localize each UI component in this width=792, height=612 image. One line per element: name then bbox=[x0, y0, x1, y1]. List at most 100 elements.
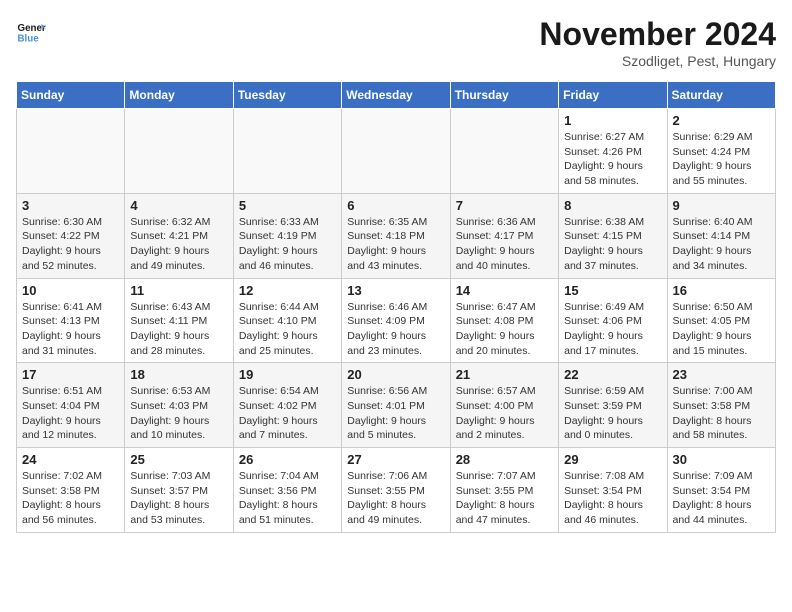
day-info: Sunrise: 6:47 AM Sunset: 4:08 PM Dayligh… bbox=[456, 300, 553, 359]
calendar-cell: 17Sunrise: 6:51 AM Sunset: 4:04 PM Dayli… bbox=[17, 363, 125, 448]
calendar-cell: 24 Sunrise: 7:02 AM Sunset: 3:58 PM Dayli… bbox=[17, 448, 125, 533]
weekday-header-tuesday: Tuesday bbox=[233, 82, 341, 109]
weekday-header-thursday: Thursday bbox=[450, 82, 558, 109]
calendar-cell: 10 Sunrise: 6:41 AM Sunset: 4:13 PM Dayli… bbox=[17, 278, 125, 363]
calendar-cell: 22 Sunrise: 6:59 AM Sunset: 3:59 PM Dayli… bbox=[559, 363, 667, 448]
svg-text:Blue: Blue bbox=[18, 34, 40, 45]
calendar-cell bbox=[17, 109, 125, 194]
day-info: Sunrise: 7:07 AM Sunset: 3:55 PM Dayligh… bbox=[456, 469, 553, 528]
calendar-cell: 13Sunrise: 6:46 AM Sunset: 4:09 PM Dayli… bbox=[342, 278, 450, 363]
day-info: Sunrise: 7:09 AM Sunset: 3:54 PM Dayligh… bbox=[673, 469, 770, 528]
calendar-cell: 7 Sunrise: 6:36 AM Sunset: 4:17 PM Daylig… bbox=[450, 193, 558, 278]
calendar-cell: 8 Sunrise: 6:38 AM Sunset: 4:15 PM Daylig… bbox=[559, 193, 667, 278]
calendar-cell: 21 Sunrise: 6:57 AM Sunset: 4:00 PM Dayli… bbox=[450, 363, 558, 448]
weekday-header-row: SundayMondayTuesdayWednesdayThursdayFrid… bbox=[17, 82, 776, 109]
day-number: 8 bbox=[564, 198, 661, 213]
day-number: 18 bbox=[130, 367, 227, 382]
day-info: Sunrise: 7:08 AM Sunset: 3:54 PM Dayligh… bbox=[564, 469, 661, 528]
day-info: Sunrise: 6:33 AM Sunset: 4:19 PM Dayligh… bbox=[239, 215, 336, 274]
calendar-cell: 20Sunrise: 6:56 AM Sunset: 4:01 PM Dayli… bbox=[342, 363, 450, 448]
calendar-cell: 9 Sunrise: 6:40 AM Sunset: 4:14 PM Daylig… bbox=[667, 193, 775, 278]
calendar-cell: 2 Sunrise: 6:29 AM Sunset: 4:24 PM Daylig… bbox=[667, 109, 775, 194]
week-row-2: 3Sunrise: 6:30 AM Sunset: 4:22 PM Daylig… bbox=[17, 193, 776, 278]
day-info: Sunrise: 6:50 AM Sunset: 4:05 PM Dayligh… bbox=[673, 300, 770, 359]
day-number: 22 bbox=[564, 367, 661, 382]
day-info: Sunrise: 6:44 AM Sunset: 4:10 PM Dayligh… bbox=[239, 300, 336, 359]
day-info: Sunrise: 6:54 AM Sunset: 4:02 PM Dayligh… bbox=[239, 384, 336, 443]
day-number: 11 bbox=[130, 283, 227, 298]
calendar-cell: 1Sunrise: 6:27 AM Sunset: 4:26 PM Daylig… bbox=[559, 109, 667, 194]
day-number: 21 bbox=[456, 367, 553, 382]
weekday-header-saturday: Saturday bbox=[667, 82, 775, 109]
day-number: 5 bbox=[239, 198, 336, 213]
week-row-1: 1Sunrise: 6:27 AM Sunset: 4:26 PM Daylig… bbox=[17, 109, 776, 194]
day-info: Sunrise: 6:40 AM Sunset: 4:14 PM Dayligh… bbox=[673, 215, 770, 274]
weekday-header-monday: Monday bbox=[125, 82, 233, 109]
day-info: Sunrise: 6:43 AM Sunset: 4:11 PM Dayligh… bbox=[130, 300, 227, 359]
week-row-5: 24 Sunrise: 7:02 AM Sunset: 3:58 PM Dayli… bbox=[17, 448, 776, 533]
calendar-cell: 29Sunrise: 7:08 AM Sunset: 3:54 PM Dayli… bbox=[559, 448, 667, 533]
day-number: 12 bbox=[239, 283, 336, 298]
day-number: 19 bbox=[239, 367, 336, 382]
calendar-cell: 15 Sunrise: 6:49 AM Sunset: 4:06 PM Dayli… bbox=[559, 278, 667, 363]
calendar-cell: 27 Sunrise: 7:06 AM Sunset: 3:55 PM Dayli… bbox=[342, 448, 450, 533]
day-number: 24 bbox=[22, 452, 119, 467]
calendar-cell: 11 Sunrise: 6:43 AM Sunset: 4:11 PM Dayli… bbox=[125, 278, 233, 363]
logo-icon: General Blue bbox=[16, 16, 46, 46]
day-info: Sunrise: 7:02 AM Sunset: 3:58 PM Dayligh… bbox=[22, 469, 119, 528]
title-area: November 2024 Szodliget, Pest, Hungary bbox=[539, 16, 776, 69]
calendar-cell bbox=[342, 109, 450, 194]
calendar: SundayMondayTuesdayWednesdayThursdayFrid… bbox=[16, 81, 776, 533]
day-number: 14 bbox=[456, 283, 553, 298]
day-info: Sunrise: 6:41 AM Sunset: 4:13 PM Dayligh… bbox=[22, 300, 119, 359]
weekday-header-friday: Friday bbox=[559, 82, 667, 109]
day-info: Sunrise: 6:30 AM Sunset: 4:22 PM Dayligh… bbox=[22, 215, 119, 274]
day-info: Sunrise: 7:04 AM Sunset: 3:56 PM Dayligh… bbox=[239, 469, 336, 528]
day-number: 4 bbox=[130, 198, 227, 213]
calendar-cell bbox=[233, 109, 341, 194]
calendar-cell: 3Sunrise: 6:30 AM Sunset: 4:22 PM Daylig… bbox=[17, 193, 125, 278]
calendar-cell: 30 Sunrise: 7:09 AM Sunset: 3:54 PM Dayli… bbox=[667, 448, 775, 533]
day-info: Sunrise: 7:06 AM Sunset: 3:55 PM Dayligh… bbox=[347, 469, 444, 528]
day-info: Sunrise: 6:59 AM Sunset: 3:59 PM Dayligh… bbox=[564, 384, 661, 443]
day-info: Sunrise: 6:38 AM Sunset: 4:15 PM Dayligh… bbox=[564, 215, 661, 274]
weekday-header-sunday: Sunday bbox=[17, 82, 125, 109]
calendar-cell: 14 Sunrise: 6:47 AM Sunset: 4:08 PM Dayli… bbox=[450, 278, 558, 363]
day-number: 6 bbox=[347, 198, 444, 213]
day-number: 13 bbox=[347, 283, 444, 298]
day-info: Sunrise: 7:00 AM Sunset: 3:58 PM Dayligh… bbox=[673, 384, 770, 443]
week-row-4: 17Sunrise: 6:51 AM Sunset: 4:04 PM Dayli… bbox=[17, 363, 776, 448]
calendar-cell: 5 Sunrise: 6:33 AM Sunset: 4:19 PM Daylig… bbox=[233, 193, 341, 278]
calendar-cell: 26Sunrise: 7:04 AM Sunset: 3:56 PM Dayli… bbox=[233, 448, 341, 533]
calendar-cell: 23Sunrise: 7:00 AM Sunset: 3:58 PM Dayli… bbox=[667, 363, 775, 448]
weekday-header-wednesday: Wednesday bbox=[342, 82, 450, 109]
day-info: Sunrise: 7:03 AM Sunset: 3:57 PM Dayligh… bbox=[130, 469, 227, 528]
day-number: 25 bbox=[130, 452, 227, 467]
calendar-cell: 6 Sunrise: 6:35 AM Sunset: 4:18 PM Daylig… bbox=[342, 193, 450, 278]
header: General Blue November 2024 Szodliget, Pe… bbox=[16, 16, 776, 69]
day-number: 27 bbox=[347, 452, 444, 467]
day-info: Sunrise: 6:51 AM Sunset: 4:04 PM Dayligh… bbox=[22, 384, 119, 443]
day-info: Sunrise: 6:49 AM Sunset: 4:06 PM Dayligh… bbox=[564, 300, 661, 359]
calendar-body: 1Sunrise: 6:27 AM Sunset: 4:26 PM Daylig… bbox=[17, 109, 776, 533]
logo: General Blue bbox=[16, 16, 46, 46]
day-info: Sunrise: 6:36 AM Sunset: 4:17 PM Dayligh… bbox=[456, 215, 553, 274]
day-number: 20 bbox=[347, 367, 444, 382]
calendar-cell: 4Sunrise: 6:32 AM Sunset: 4:21 PM Daylig… bbox=[125, 193, 233, 278]
calendar-cell bbox=[450, 109, 558, 194]
day-number: 10 bbox=[22, 283, 119, 298]
day-number: 16 bbox=[673, 283, 770, 298]
day-number: 30 bbox=[673, 452, 770, 467]
location-subtitle: Szodliget, Pest, Hungary bbox=[539, 53, 776, 69]
day-number: 7 bbox=[456, 198, 553, 213]
day-info: Sunrise: 6:27 AM Sunset: 4:26 PM Dayligh… bbox=[564, 130, 661, 189]
day-info: Sunrise: 6:35 AM Sunset: 4:18 PM Dayligh… bbox=[347, 215, 444, 274]
day-info: Sunrise: 6:29 AM Sunset: 4:24 PM Dayligh… bbox=[673, 130, 770, 189]
day-number: 9 bbox=[673, 198, 770, 213]
day-number: 2 bbox=[673, 113, 770, 128]
calendar-cell: 25 Sunrise: 7:03 AM Sunset: 3:57 PM Dayli… bbox=[125, 448, 233, 533]
calendar-cell: 12 Sunrise: 6:44 AM Sunset: 4:10 PM Dayli… bbox=[233, 278, 341, 363]
day-number: 15 bbox=[564, 283, 661, 298]
day-info: Sunrise: 6:57 AM Sunset: 4:00 PM Dayligh… bbox=[456, 384, 553, 443]
calendar-cell bbox=[125, 109, 233, 194]
